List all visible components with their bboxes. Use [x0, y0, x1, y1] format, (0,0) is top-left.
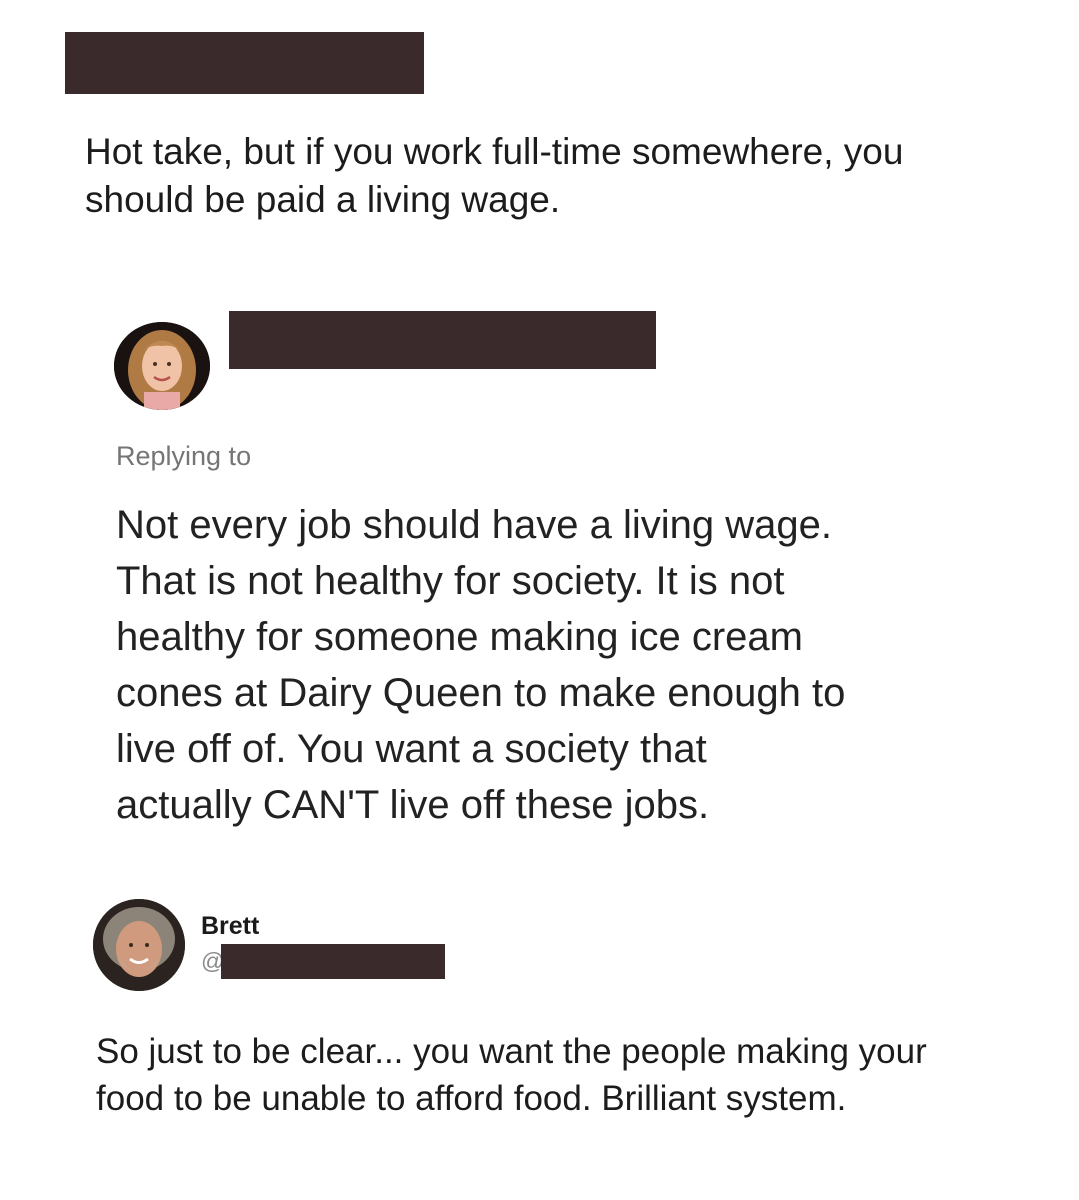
redacted-handle-bar — [221, 944, 445, 979]
redacted-username-bar — [229, 311, 656, 369]
replying-to-label: Replying to — [116, 441, 252, 471]
avatar-photo-icon — [114, 322, 210, 410]
post-text: So just to be clear... you want the peop… — [96, 1032, 927, 1118]
redacted-username-bar — [65, 32, 424, 94]
post-text: Hot take, but if you work full-time some… — [85, 131, 904, 220]
avatar[interactable] — [114, 322, 210, 410]
author-name[interactable]: Brett — [201, 912, 259, 941]
avatar-photo-icon — [93, 899, 185, 991]
avatar[interactable] — [93, 899, 185, 991]
reply-text: Not every job should have a living wage.… — [116, 503, 846, 827]
